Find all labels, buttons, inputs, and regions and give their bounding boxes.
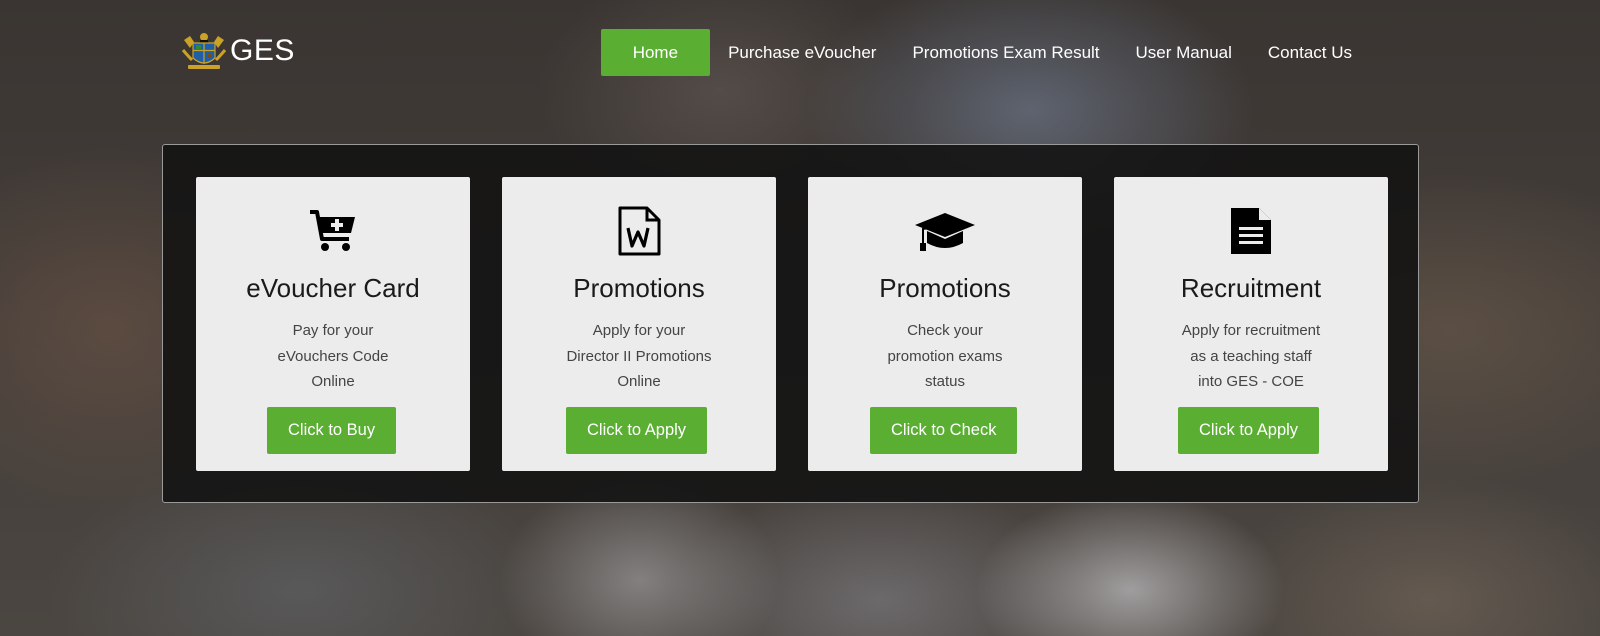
card-title: Promotions	[573, 273, 705, 303]
card-title: Promotions	[879, 273, 1011, 303]
top-navbar: GES Home Purchase eVoucher Promotions Ex…	[0, 0, 1600, 100]
card-promotions-apply: Promotions Apply for your Director II Pr…	[502, 177, 776, 471]
services-panel: eVoucher Card Pay for your eVouchers Cod…	[162, 144, 1419, 503]
click-to-apply-button[interactable]: Click to Apply	[1178, 407, 1320, 454]
nav-purchase-evoucher[interactable]: Purchase eVoucher	[710, 29, 894, 76]
ges-logo[interactable]: GES	[180, 30, 295, 72]
card-evoucher: eVoucher Card Pay for your eVouchers Cod…	[196, 177, 470, 471]
word-file-icon	[604, 205, 674, 257]
nav-home[interactable]: Home	[600, 29, 711, 76]
card-description: Apply for your Director II Promotions On…	[566, 322, 712, 390]
nav-promotions-exam-result[interactable]: Promotions Exam Result	[894, 29, 1117, 76]
nav-user-manual[interactable]: User Manual	[1118, 29, 1250, 76]
click-to-buy-button[interactable]: Click to Buy	[267, 407, 397, 454]
graduation-cap-icon	[910, 205, 980, 257]
main-nav: Home Purchase eVoucher Promotions Exam R…	[600, 29, 1370, 76]
card-promotions-check: Promotions Check your promotion exams st…	[808, 177, 1082, 471]
cart-plus-icon	[298, 205, 368, 257]
click-to-apply-button[interactable]: Click to Apply	[566, 407, 708, 454]
nav-contact-us[interactable]: Contact Us	[1250, 29, 1370, 76]
logo-text: GES	[230, 34, 295, 67]
click-to-check-button[interactable]: Click to Check	[870, 407, 1018, 454]
document-icon	[1216, 205, 1286, 257]
card-description: Pay for your eVouchers Code Online	[277, 322, 389, 390]
card-description: Check your promotion exams status	[887, 322, 1003, 390]
card-title: eVoucher Card	[246, 273, 420, 303]
coat-of-arms-icon	[180, 30, 228, 72]
card-title: Recruitment	[1180, 273, 1322, 303]
card-recruitment: Recruitment Apply for recruitment as a t…	[1114, 177, 1388, 471]
card-description: Apply for recruitment as a teaching staf…	[1181, 322, 1321, 390]
